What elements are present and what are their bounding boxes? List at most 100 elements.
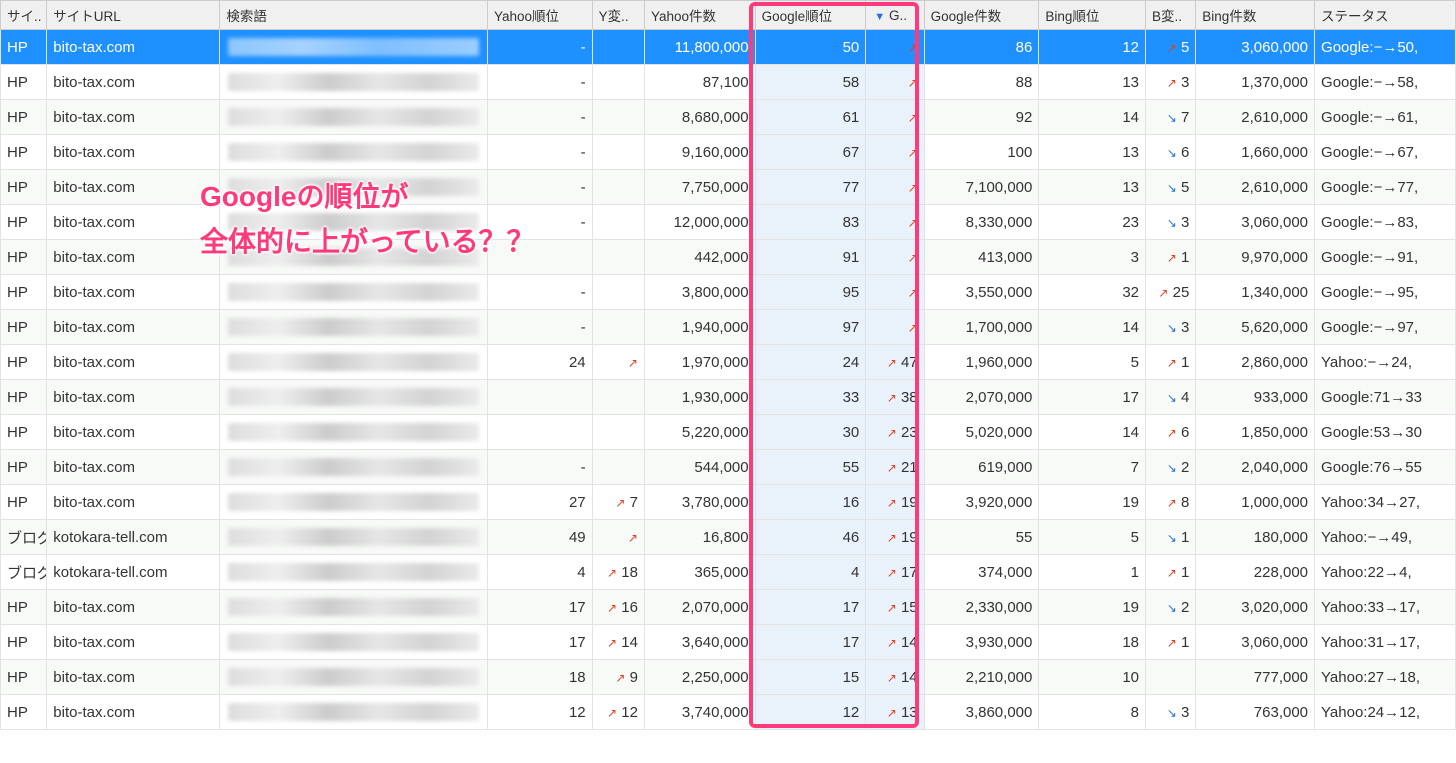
table-row[interactable]: HPbito-tax.com12↗ 123,740,00012↗ 133,860… xyxy=(1,695,1456,730)
cell-site: HP xyxy=(1,345,47,380)
blurred-text xyxy=(228,318,479,336)
cell-yahoo-change xyxy=(592,30,644,65)
col-keyword[interactable]: 検索語 xyxy=(220,1,488,30)
table-row[interactable]: HPbito-tax.com-7,750,00077↗7,100,00013↘ … xyxy=(1,170,1456,205)
cell-yahoo-count: 3,800,000 xyxy=(644,275,755,310)
cell-yahoo-change: ↗ 9 xyxy=(592,660,644,695)
table-row[interactable]: HPbito-tax.com27↗ 73,780,00016↗ 193,920,… xyxy=(1,485,1456,520)
col-bing-change[interactable]: B変.. xyxy=(1146,1,1196,30)
cell-site: HP xyxy=(1,100,47,135)
cell-google-change: ↗ xyxy=(866,170,924,205)
cell-google-rank: 91 xyxy=(755,240,866,275)
cell-bing-count: 180,000 xyxy=(1196,520,1315,555)
table-row[interactable]: HPbito-tax.com17↗ 162,070,00017↗ 152,330… xyxy=(1,590,1456,625)
blurred-text xyxy=(228,353,479,371)
cell-status: Google:−→61, xyxy=(1315,100,1456,135)
cell-yahoo-change: ↗ 16 xyxy=(592,590,644,625)
cell-bing-count: 1,340,000 xyxy=(1196,275,1315,310)
cell-site: HP xyxy=(1,275,47,310)
col-google-change-label: G.. xyxy=(889,8,907,23)
cell-google-change: ↗ xyxy=(866,100,924,135)
cell-status: Google:76→55 xyxy=(1315,450,1456,485)
table-row[interactable]: HPbito-tax.com-8,680,00061↗9214↘ 72,610,… xyxy=(1,100,1456,135)
table-row[interactable]: HPbito-tax.com-1,940,00097↗1,700,00014↘ … xyxy=(1,310,1456,345)
cell-keyword xyxy=(220,345,488,380)
col-google-rank[interactable]: Google順位 xyxy=(755,1,866,30)
cell-keyword xyxy=(220,170,488,205)
table-row[interactable]: HPbito-tax.com18↗ 92,250,00015↗ 142,210,… xyxy=(1,660,1456,695)
cell-url: bito-tax.com xyxy=(47,485,220,520)
blurred-text xyxy=(228,248,479,266)
table-row[interactable]: ブログkotokara-tell.com49↗16,80046↗ 19555↘ … xyxy=(1,520,1456,555)
cell-google-change: ↗ xyxy=(866,205,924,240)
cell-google-rank: 46 xyxy=(755,520,866,555)
cell-yahoo-change xyxy=(592,240,644,275)
cell-google-count: 2,330,000 xyxy=(924,590,1039,625)
cell-google-change: ↗ xyxy=(866,275,924,310)
col-bing-rank[interactable]: Bing順位 xyxy=(1039,1,1146,30)
cell-yahoo-rank: 49 xyxy=(487,520,592,555)
table-row[interactable]: HPbito-tax.com-11,800,00050↗8612↗ 53,060… xyxy=(1,30,1456,65)
cell-bing-change: ↗ 6 xyxy=(1146,415,1196,450)
col-url[interactable]: サイトURL xyxy=(47,1,220,30)
cell-google-change: ↗ xyxy=(866,65,924,100)
table-row[interactable]: HPbito-tax.com24↗1,970,00024↗ 471,960,00… xyxy=(1,345,1456,380)
table-row[interactable]: HPbito-tax.com17↗ 143,640,00017↗ 143,930… xyxy=(1,625,1456,660)
cell-yahoo-rank: 4 xyxy=(487,555,592,590)
table-row[interactable]: HPbito-tax.com-3,800,00095↗3,550,00032↗ … xyxy=(1,275,1456,310)
col-google-rank-label: Google順位 xyxy=(762,9,833,24)
table-row[interactable]: HPbito-tax.com-12,000,00083↗8,330,00023↘… xyxy=(1,205,1456,240)
cell-yahoo-count: 7,750,000 xyxy=(644,170,755,205)
cell-site: HP xyxy=(1,30,47,65)
cell-yahoo-change xyxy=(592,310,644,345)
cell-status: Yahoo:31→17, xyxy=(1315,625,1456,660)
cell-url: bito-tax.com xyxy=(47,30,220,65)
table-row[interactable]: HPbito-tax.com1,930,00033↗ 382,070,00017… xyxy=(1,380,1456,415)
cell-google-count: 92 xyxy=(924,100,1039,135)
cell-google-count: 413,000 xyxy=(924,240,1039,275)
col-yahoo-change[interactable]: Y変.. xyxy=(592,1,644,30)
table-row[interactable]: HPbito-tax.com-87,10058↗8813↗ 31,370,000… xyxy=(1,65,1456,100)
col-yahoo-count[interactable]: Yahoo件数 xyxy=(644,1,755,30)
cell-bing-rank: 13 xyxy=(1039,65,1146,100)
col-google-count[interactable]: Google件数 xyxy=(924,1,1039,30)
cell-bing-change: ↗ 1 xyxy=(1146,240,1196,275)
cell-site: HP xyxy=(1,240,47,275)
col-google-change[interactable]: ▼ G.. xyxy=(866,1,924,30)
cell-keyword xyxy=(220,660,488,695)
cell-bing-rank: 13 xyxy=(1039,170,1146,205)
cell-url: bito-tax.com xyxy=(47,695,220,730)
table-row[interactable]: HPbito-tax.com-544,00055↗ 21619,0007↘ 22… xyxy=(1,450,1456,485)
cell-google-count: 2,070,000 xyxy=(924,380,1039,415)
table-row[interactable]: HPbito-tax.com442,00091↗413,0003↗ 19,970… xyxy=(1,240,1456,275)
cell-bing-rank: 12 xyxy=(1039,30,1146,65)
cell-status: Yahoo:24→12, xyxy=(1315,695,1456,730)
cell-yahoo-rank: - xyxy=(487,135,592,170)
cell-google-rank: 24 xyxy=(755,345,866,380)
cell-yahoo-change xyxy=(592,415,644,450)
cell-bing-rank: 1 xyxy=(1039,555,1146,590)
cell-bing-count: 933,000 xyxy=(1196,380,1315,415)
cell-status: Google:71→33 xyxy=(1315,380,1456,415)
cell-yahoo-count: 442,000 xyxy=(644,240,755,275)
cell-google-count: 55 xyxy=(924,520,1039,555)
cell-status: Yahoo:33→17, xyxy=(1315,590,1456,625)
col-status[interactable]: ステータス xyxy=(1315,1,1456,30)
cell-google-rank: 95 xyxy=(755,275,866,310)
col-yahoo-rank[interactable]: Yahoo順位 xyxy=(487,1,592,30)
cell-status: Yahoo:22→4, xyxy=(1315,555,1456,590)
table-row[interactable]: HPbito-tax.com-9,160,00067↗10013↘ 61,660… xyxy=(1,135,1456,170)
col-site[interactable]: サイ.. xyxy=(1,1,47,30)
cell-google-count: 1,700,000 xyxy=(924,310,1039,345)
table-row[interactable]: HPbito-tax.com5,220,00030↗ 235,020,00014… xyxy=(1,415,1456,450)
cell-bing-change: ↗ 1 xyxy=(1146,555,1196,590)
blurred-text xyxy=(228,703,479,721)
col-bing-count[interactable]: Bing件数 xyxy=(1196,1,1315,30)
cell-yahoo-count: 3,740,000 xyxy=(644,695,755,730)
table-row[interactable]: ブログkotokara-tell.com4↗ 18365,0004↗ 17374… xyxy=(1,555,1456,590)
cell-keyword xyxy=(220,275,488,310)
cell-google-change: ↗ xyxy=(866,30,924,65)
cell-yahoo-count: 365,000 xyxy=(644,555,755,590)
cell-bing-rank: 14 xyxy=(1039,415,1146,450)
cell-site: HP xyxy=(1,310,47,345)
